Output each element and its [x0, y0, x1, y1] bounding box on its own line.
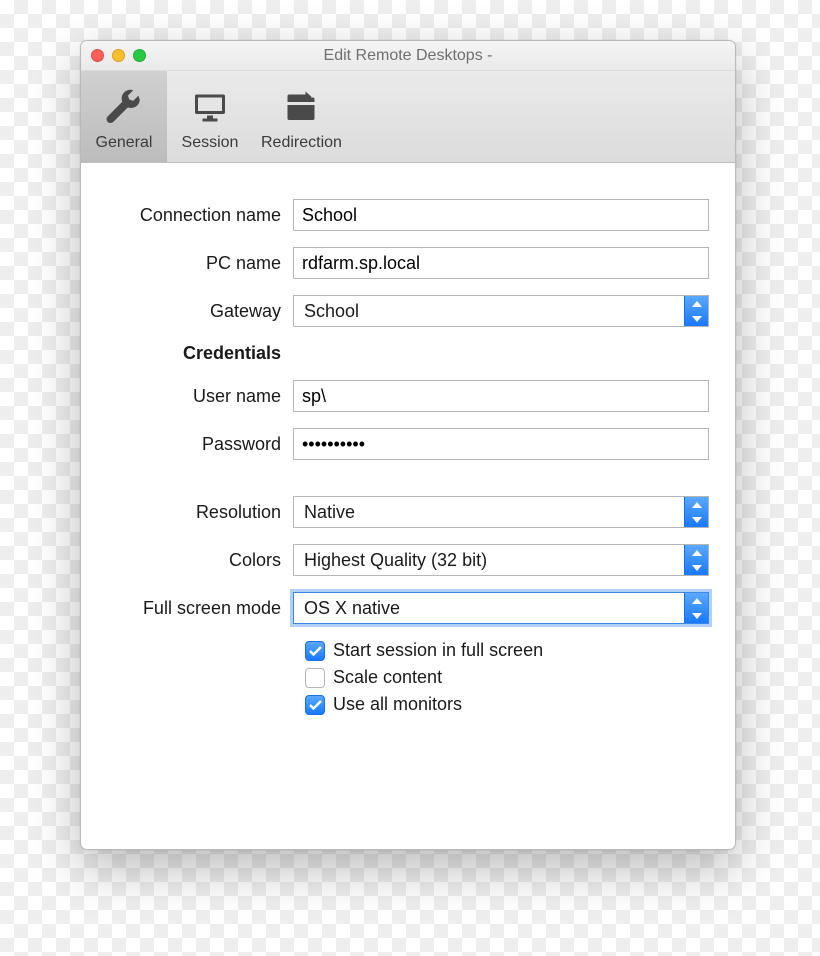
titlebar: Edit Remote Desktops - — [81, 41, 735, 71]
resolution-label: Resolution — [101, 502, 293, 523]
window-title: Edit Remote Desktops - — [81, 47, 735, 65]
wrench-icon — [102, 86, 146, 130]
traffic-lights — [91, 49, 146, 62]
select-stepper-icon — [684, 497, 708, 527]
tab-session-label: Session — [182, 134, 239, 152]
resolution-select-value: Native — [304, 502, 355, 523]
minimize-button[interactable] — [112, 49, 125, 62]
user-name-label: User name — [101, 386, 293, 407]
pc-name-input[interactable] — [293, 247, 709, 279]
select-stepper-icon — [684, 593, 708, 623]
connection-name-input[interactable] — [293, 199, 709, 231]
start-full-screen-checkbox[interactable] — [305, 641, 325, 661]
use-all-monitors-label: Use all monitors — [333, 694, 462, 715]
full-screen-mode-select[interactable]: OS X native — [293, 592, 709, 624]
gateway-select[interactable]: School — [293, 295, 709, 327]
start-full-screen-label: Start session in full screen — [333, 640, 543, 661]
select-stepper-icon — [684, 545, 708, 575]
password-input[interactable] — [293, 428, 709, 460]
gateway-label: Gateway — [101, 301, 293, 322]
tab-general-label: General — [96, 134, 153, 152]
password-label: Password — [101, 434, 293, 455]
zoom-button[interactable] — [133, 49, 146, 62]
select-stepper-icon — [684, 296, 708, 326]
credentials-heading: Credentials — [101, 343, 293, 364]
pc-name-label: PC name — [101, 253, 293, 274]
scale-content-checkbox[interactable] — [305, 668, 325, 688]
connection-name-label: Connection name — [101, 205, 293, 226]
colors-label: Colors — [101, 550, 293, 571]
form-content: Connection name PC name Gateway School — [81, 163, 735, 741]
toolbar: General Session Redirection — [81, 71, 735, 163]
redirection-icon — [279, 86, 323, 130]
colors-select-value: Highest Quality (32 bit) — [304, 550, 487, 571]
colors-select[interactable]: Highest Quality (32 bit) — [293, 544, 709, 576]
user-name-input[interactable] — [293, 380, 709, 412]
full-screen-mode-label: Full screen mode — [101, 598, 293, 619]
tab-redirection-label: Redirection — [261, 134, 342, 152]
resolution-select[interactable]: Native — [293, 496, 709, 528]
gateway-select-value: School — [304, 301, 359, 322]
tab-general[interactable]: General — [81, 71, 167, 162]
tab-session[interactable]: Session — [167, 71, 253, 162]
use-all-monitors-checkbox[interactable] — [305, 695, 325, 715]
full-screen-mode-select-value: OS X native — [304, 598, 400, 619]
edit-remote-desktops-window: Edit Remote Desktops - General Session — [80, 40, 736, 850]
scale-content-label: Scale content — [333, 667, 442, 688]
tab-redirection[interactable]: Redirection — [253, 71, 350, 162]
monitor-icon — [188, 86, 232, 130]
close-button[interactable] — [91, 49, 104, 62]
